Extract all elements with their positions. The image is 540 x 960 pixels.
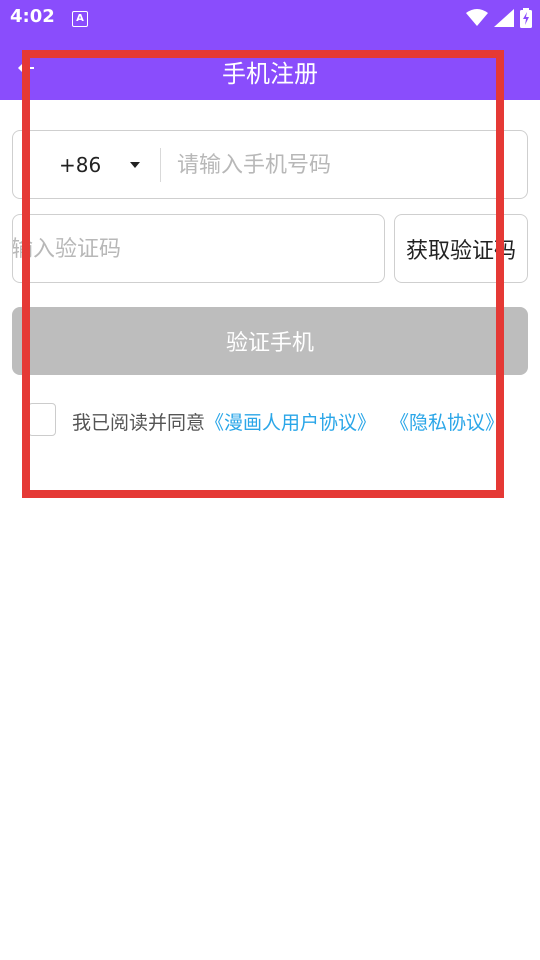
verify-phone-button[interactable]: 验证手机 [12, 307, 528, 375]
phone-field: +86 [12, 130, 528, 199]
privacy-protocol-link[interactable]: 《隐私协议》 [390, 412, 504, 434]
verification-code-input[interactable] [13, 227, 383, 272]
country-code-label: +86 [59, 152, 102, 177]
country-code-select[interactable]: +86 [59, 131, 101, 198]
wifi-icon [466, 9, 488, 26]
phone-input[interactable] [175, 143, 519, 188]
app-bar: 手机注册 [0, 36, 540, 100]
signal-icon [494, 9, 514, 27]
status-bar: 4:02 A [0, 0, 540, 36]
agreement-prefix: 我已阅读并同意 [72, 412, 206, 434]
user-protocol-link[interactable]: 《漫画人用户协议》 [205, 412, 376, 434]
status-time: 4:02 [10, 6, 55, 27]
app-notification-icon: A [72, 11, 88, 27]
page-title: 手机注册 [222, 60, 318, 88]
agreement-checkbox[interactable] [28, 403, 56, 436]
dropdown-arrow-icon[interactable] [130, 162, 140, 168]
divider [160, 148, 161, 182]
battery-charging-icon [520, 8, 532, 28]
code-field [12, 214, 385, 283]
status-icons [466, 6, 532, 30]
agreement-text: 我已阅读并同意《漫画人用户协议》 《隐私协议》 [72, 408, 504, 435]
get-code-button[interactable]: 获取验证码 [394, 214, 528, 283]
